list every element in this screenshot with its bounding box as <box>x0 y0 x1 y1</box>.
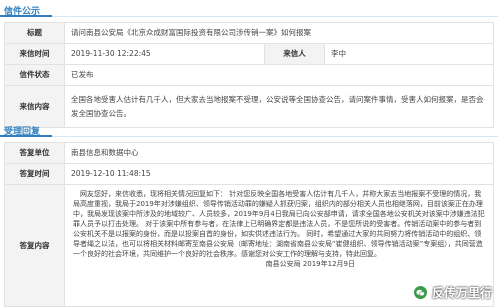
letter-title: 请问南县公安局《北京众成财富国际投资有限公司涉传销一案》如何报案 <box>64 22 494 44</box>
letter-info-table: 标题 请问南县公安局《北京众成财富国际投资有限公司涉传销一案》如何报案 来信时间… <box>4 22 494 128</box>
reply-time-label: 答复时间 <box>4 163 65 185</box>
watermark: 反传万里行 <box>412 284 492 301</box>
watermark-text: 反传万里行 <box>431 286 492 300</box>
status-badge: 已发布 <box>64 64 494 86</box>
reply-time: 2019-12-10 11:48:15 <box>64 163 494 185</box>
reply-info-table: 答复单位 南县信息和数据中心 答复时间 2019-12-10 11:48:15 … <box>4 142 494 307</box>
reply-paragraph: 网友您好，来信收悉，现将相关情况回复如下： 针对您反映全国各地受害人估计有几千人… <box>73 190 485 258</box>
status-label: 信件状态 <box>4 64 65 86</box>
time-label: 来信时间 <box>4 43 65 65</box>
letter-sender: 李中 <box>324 43 494 65</box>
wechat-icon <box>412 285 428 300</box>
title-label: 标题 <box>4 22 65 44</box>
reply-content-label: 答复内容 <box>4 184 65 307</box>
content-label: 来信内容 <box>4 85 65 128</box>
sender-label: 来信人 <box>264 43 325 65</box>
letter-content: 全国各地受害人估计有几千人，但大家去当地报案不受理，公安说等全国协查公告，请问案… <box>64 85 494 128</box>
reply-unit-label: 答复单位 <box>4 142 65 164</box>
section-divider <box>0 135 498 137</box>
reply-unit: 南县信息和数据中心 <box>64 142 494 164</box>
section-divider <box>0 15 498 17</box>
letter-time: 2019-11-30 12:22:45 <box>64 43 265 65</box>
reply-signature: 南县公安局 2019年12月9日 <box>265 260 355 268</box>
